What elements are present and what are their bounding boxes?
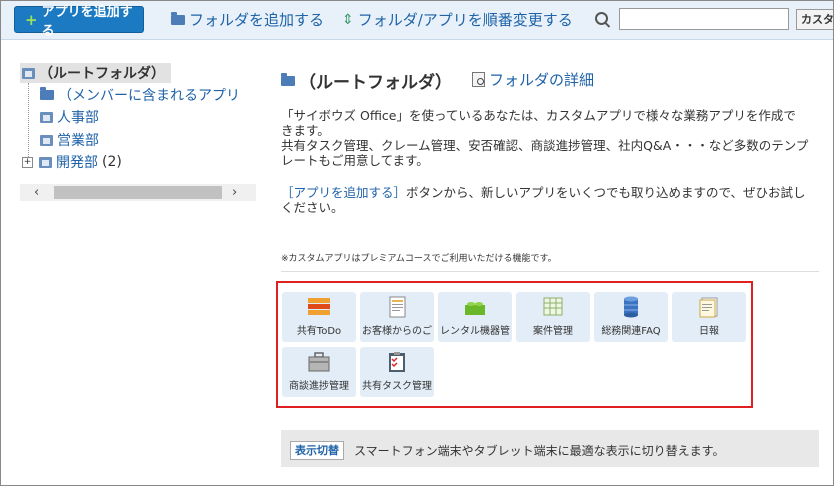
app-icon: [39, 156, 52, 168]
description-2: ［アプリを追加する］ボタンから、新しいアプリをいくつでも取り込めますので、ぜひお…: [281, 185, 816, 215]
description-1: 「サイボウズ Office」を使っているあなたは、カスタムアプリで様々な業務アプ…: [281, 108, 816, 168]
tree-item-label: （メンバーに含まれるアプリ: [58, 88, 240, 104]
add-app-inline-link[interactable]: ［アプリを追加する］: [281, 185, 406, 200]
folder-icon: [281, 72, 295, 86]
display-switch-text: スマートフォン端末やタブレット端末に最適な表示に切り替えます。: [354, 444, 725, 458]
briefcase-icon: [308, 352, 330, 372]
add-app-label: アプリを追加する: [41, 4, 133, 39]
app-tile-negotiation[interactable]: 商談進捗管理: [282, 347, 356, 397]
todo-stack-icon: [308, 298, 330, 315]
tree-root-label: （ルートフォルダ）: [39, 66, 165, 82]
lego-block-icon: [465, 302, 485, 315]
folder-icon: [40, 87, 54, 100]
tree-guide: [28, 83, 29, 163]
premium-note: ※カスタムアプリはプレミアムコースでご利用いただける機能です。: [281, 254, 557, 264]
app-tile-projects[interactable]: 案件管理: [516, 292, 590, 342]
app-tile-label: 共有ToDo: [296, 326, 342, 337]
display-switch-button[interactable]: 表示切替: [290, 441, 344, 460]
desc-line: ボタンから、新しいアプリをいくつでも取り込めますので、ぜひお試し: [406, 185, 806, 200]
app-tile-label: 日報: [699, 326, 719, 337]
folder-icon: [171, 11, 185, 25]
desc-line: 「サイボウズ Office」を使っているあなたは、カスタムアプリで様々な業務アプ…: [281, 108, 796, 123]
add-folder-label: フォルダを追加する: [189, 11, 325, 29]
scroll-left-icon[interactable]: ‹: [34, 184, 39, 201]
clipboard-checklist-icon: [389, 352, 405, 372]
scroll-right-icon[interactable]: ›: [232, 184, 237, 201]
app-tile-daily-report[interactable]: 日報: [672, 292, 746, 342]
tree-item-label: 開発部: [56, 155, 98, 171]
tree-horizontal-scrollbar[interactable]: ‹ ›: [20, 184, 256, 201]
app-tile-label: 共有タスク管理: [362, 381, 432, 392]
search-icon: [595, 12, 608, 25]
app-icon: [40, 134, 53, 146]
app-tile-faq[interactable]: 総務関連FAQ: [594, 292, 668, 342]
desc-line: きます。: [281, 123, 330, 138]
toolbar: + アプリを追加する フォルダを追加する ⇕ フォルダ/アプリを順番変更する カ…: [1, 1, 834, 40]
divider: [281, 271, 819, 272]
app-tile-shared-task[interactable]: 共有タスク管理: [360, 347, 434, 397]
app-icon: [40, 111, 53, 123]
search-button[interactable]: カスタ: [796, 9, 834, 30]
reorder-link[interactable]: ⇕ フォルダ/アプリを順番変更する: [342, 9, 573, 30]
add-folder-link[interactable]: フォルダを追加する: [171, 9, 324, 30]
search-input[interactable]: [619, 8, 789, 30]
desc-line: レートもご用意してます。: [281, 153, 429, 168]
folder-detail-link[interactable]: フォルダの詳細: [472, 69, 594, 90]
app-tile-todo[interactable]: 共有ToDo: [282, 292, 356, 342]
database-icon: [624, 296, 638, 318]
tree-item-members[interactable]: （メンバーに含まれるアプリ: [40, 85, 240, 105]
app-tile-label: 総務関連FAQ: [601, 326, 661, 337]
tree-item-label: 人事部: [57, 110, 99, 126]
desc-line: ください。: [281, 200, 344, 215]
notepad-icon: [699, 297, 718, 318]
page-title: （ルートフォルダ）: [281, 68, 452, 93]
tree-item-sales[interactable]: 営業部: [40, 130, 99, 150]
folder-detail-label: フォルダの詳細: [489, 71, 595, 89]
app-tile-label: レンタル機器管: [440, 326, 510, 337]
expand-icon[interactable]: +: [22, 156, 33, 168]
sort-arrows-icon: ⇕: [342, 11, 354, 28]
scroll-thumb[interactable]: [54, 186, 222, 199]
add-app-button[interactable]: + アプリを追加する: [14, 5, 144, 39]
spreadsheet-icon: [543, 297, 563, 316]
tree-item-dev[interactable]: + 開発部 (2): [22, 152, 122, 172]
tree-item-hr[interactable]: 人事部: [40, 107, 99, 127]
page-title-text: （ルートフォルダ）: [299, 73, 452, 93]
tree-item-label: 営業部: [57, 133, 99, 149]
desc-line: 共有タスク管理、クレーム管理、安否確認、商談進捗管理、社内Q&A・・・など多数の…: [281, 138, 809, 153]
display-switch-bar: 表示切替 スマートフォン端末やタブレット端末に最適な表示に切り替えます。: [281, 430, 819, 467]
tree-root[interactable]: （ルートフォルダ）: [20, 63, 171, 83]
app-tile-inquiry[interactable]: お客様からのご: [360, 292, 434, 342]
app-tile-rental[interactable]: レンタル機器管: [438, 292, 512, 342]
app-tile-label: 商談進捗管理: [289, 381, 349, 392]
reorder-label: フォルダ/アプリを順番変更する: [357, 11, 573, 29]
root-folder-icon: [22, 67, 35, 79]
plus-icon: +: [25, 10, 38, 29]
tree-item-count: (2): [102, 154, 122, 170]
document-icon: [389, 296, 406, 318]
app-tile-label: 案件管理: [533, 326, 573, 337]
app-tile-label: お客様からのご: [362, 326, 432, 337]
detail-search-icon: [472, 72, 485, 87]
